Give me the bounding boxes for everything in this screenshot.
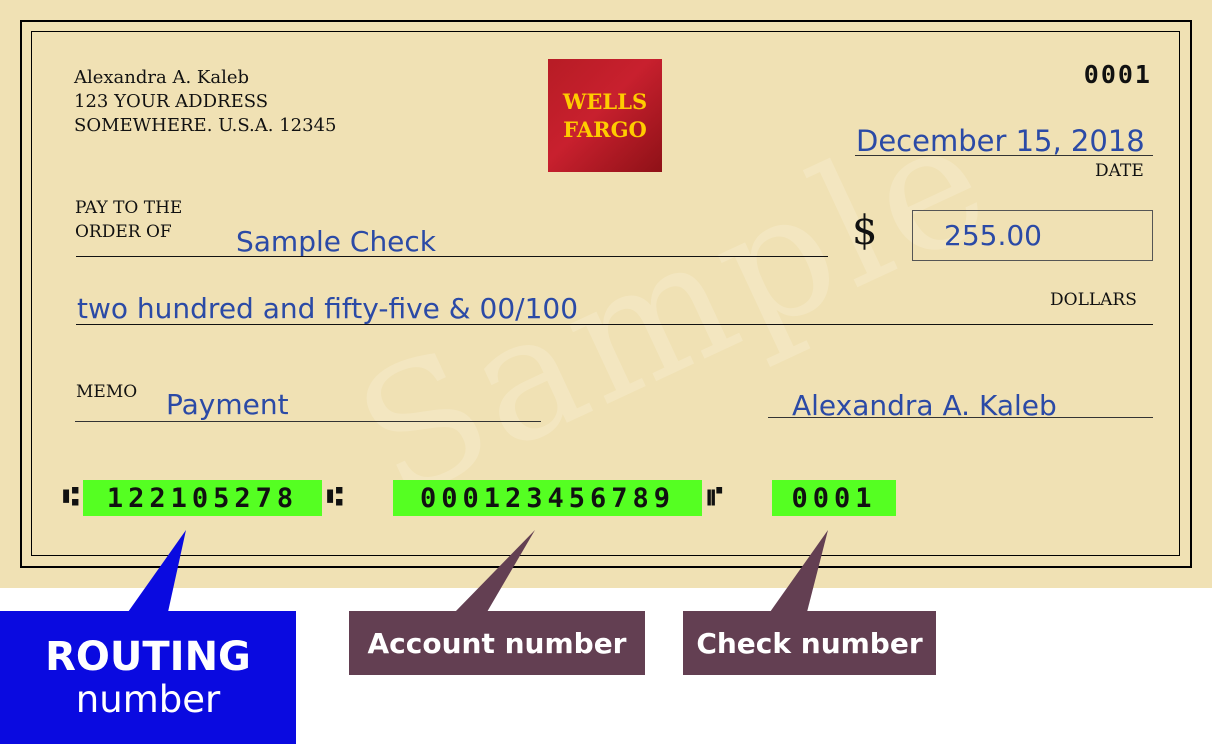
account-number-callout: Account number bbox=[349, 611, 645, 675]
routing-number-callout: ROUTING number bbox=[0, 611, 296, 744]
routing-pointer bbox=[128, 530, 186, 612]
check-callout-label: Check number bbox=[696, 626, 923, 660]
check-pointer bbox=[770, 530, 828, 612]
routing-callout-subtitle: number bbox=[75, 677, 221, 721]
routing-callout-title: ROUTING bbox=[45, 633, 251, 680]
check-number-callout: Check number bbox=[683, 611, 936, 675]
account-pointer bbox=[455, 530, 535, 612]
account-callout-label: Account number bbox=[367, 626, 627, 660]
